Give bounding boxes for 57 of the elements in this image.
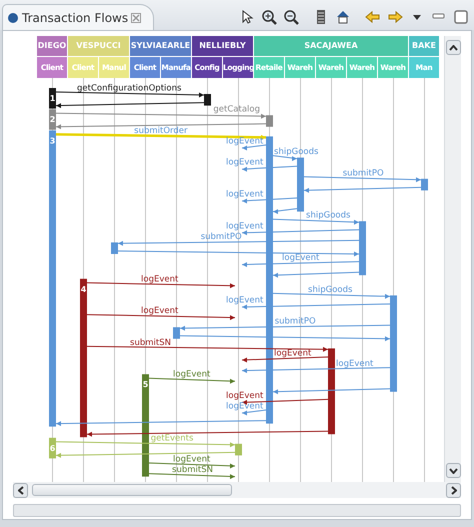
message-label: logEvent bbox=[226, 136, 264, 146]
message-label: logEvent bbox=[173, 454, 210, 464]
message-label: logEvent bbox=[226, 190, 264, 200]
scroll-left-icon[interactable] bbox=[13, 482, 28, 498]
message-label: shipGoods bbox=[308, 284, 352, 295]
flow-number: 1 bbox=[50, 94, 56, 103]
message-label: logEvent bbox=[226, 296, 264, 306]
message-label: logEvent bbox=[282, 253, 320, 264]
horizontal-scrollbar[interactable] bbox=[13, 482, 461, 498]
flow-number: 3 bbox=[50, 136, 56, 146]
participant-header: DIEGO bbox=[37, 36, 68, 56]
participant-header: SYLVIAEARLE bbox=[130, 36, 192, 56]
message-label: submitOrder bbox=[134, 126, 188, 136]
message-arrow[interactable] bbox=[56, 92, 204, 98]
message-arrow[interactable] bbox=[272, 388, 390, 394]
message-arrow[interactable] bbox=[56, 102, 204, 108]
message-arrow[interactable] bbox=[242, 356, 328, 362]
close-icon[interactable] bbox=[131, 12, 142, 22]
flow-number: 5 bbox=[142, 380, 148, 390]
message-label: submitPO bbox=[200, 232, 242, 242]
message-label: submitPO bbox=[274, 316, 316, 327]
message-label: shipGoods bbox=[306, 210, 350, 221]
message-label: submitPO bbox=[342, 168, 384, 178]
message-arrow[interactable] bbox=[86, 314, 236, 320]
participant-header: BAKE bbox=[409, 36, 440, 56]
view-icon bbox=[7, 12, 19, 24]
message-label: logEvent bbox=[226, 221, 264, 232]
message-arrow[interactable] bbox=[242, 367, 390, 374]
message-label: logEvent bbox=[173, 370, 210, 380]
message-label: logEvent bbox=[226, 390, 264, 401]
view-title: Transaction Flows bbox=[22, 10, 128, 26]
message-label: logEvent bbox=[141, 274, 178, 284]
participant-header: VESPUCCI bbox=[68, 36, 130, 56]
message-label: logEvent bbox=[226, 158, 264, 168]
message-arrow[interactable] bbox=[56, 420, 266, 426]
message-label: logEvent bbox=[274, 348, 312, 358]
message-label: submitSN bbox=[130, 338, 171, 348]
message-label: shipGoods bbox=[274, 147, 318, 158]
scroll-down-icon[interactable] bbox=[446, 463, 460, 478]
flow-number: 4 bbox=[80, 284, 86, 294]
message-label: getConfigurationOptions bbox=[77, 84, 182, 94]
message-arrow[interactable] bbox=[86, 282, 236, 288]
participant-header: SACAJAWEA bbox=[254, 36, 409, 56]
flow-number: 2 bbox=[50, 115, 56, 124]
scroll-right-icon[interactable] bbox=[446, 482, 461, 498]
message-label: getEvents bbox=[150, 433, 194, 444]
flow-number: 6 bbox=[50, 444, 56, 453]
participant-header: NELLIEBLY bbox=[192, 36, 254, 56]
message-label: submitSN bbox=[172, 465, 213, 476]
scrollbar-thumb[interactable] bbox=[32, 484, 232, 496]
message-label: logEvent bbox=[141, 306, 178, 316]
message-label: getCatalog bbox=[213, 104, 260, 115]
message-label: logEvent bbox=[226, 402, 264, 412]
view-tab[interactable]: Transaction Flows bbox=[2, 4, 154, 30]
message-label: logEvent bbox=[336, 359, 374, 370]
vertical-scrollbar[interactable] bbox=[444, 36, 461, 482]
scroll-up-icon[interactable] bbox=[446, 40, 460, 55]
